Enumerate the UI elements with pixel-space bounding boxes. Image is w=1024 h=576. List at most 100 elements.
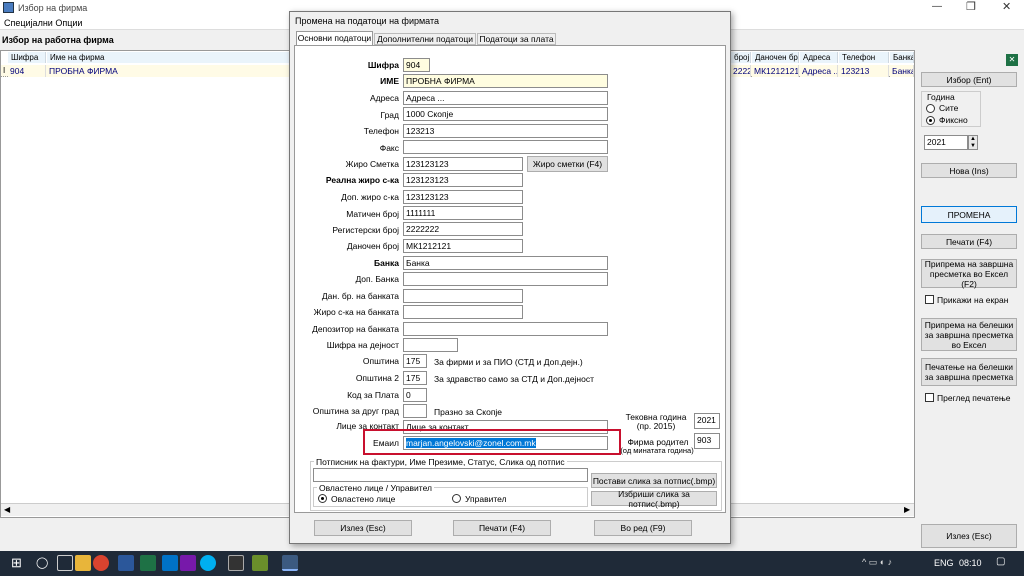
radio-all-label: Сите <box>939 103 959 113</box>
depozitor-input[interactable] <box>403 322 608 336</box>
grid-header-bank[interactable]: Банка <box>890 52 914 63</box>
dop-banka-input[interactable] <box>403 272 608 286</box>
select-button[interactable]: Избор (Ent) <box>921 72 1017 87</box>
opstina2-note: За здравство само за СТД и Доп.дејност <box>434 374 594 384</box>
dialog-print-button[interactable]: Печати (F4) <box>453 520 551 536</box>
tab-basic[interactable]: Основни податоци <box>296 31 373 45</box>
opstina-input[interactable]: 175 <box>403 354 427 368</box>
maticen-input[interactable]: 1111111 <box>403 206 523 220</box>
grid-header-tax[interactable]: Даночен бр <box>752 52 799 63</box>
label-opstina2: Општина 2 <box>355 373 399 383</box>
notes-excel-button[interactable]: Припрема на белешки за завршна пресметка… <box>921 318 1017 351</box>
excel-final-button[interactable]: Припрема на завршна пресметка во Ексел (… <box>921 259 1017 289</box>
tab-salary[interactable]: Податоци за плата <box>477 33 556 45</box>
faks-input[interactable] <box>403 140 608 154</box>
print-notes-button[interactable]: Печатење на белешки за завршна пресметка <box>921 358 1017 386</box>
active-app-icon[interactable] <box>282 555 298 571</box>
year-input[interactable]: 2021 <box>924 135 968 150</box>
word-icon[interactable] <box>118 555 134 571</box>
clock[interactable]: 08:10 <box>959 558 982 568</box>
print-button[interactable]: Печати (F4) <box>921 234 1017 249</box>
minimize-icon[interactable]: — <box>932 1 942 12</box>
banka-input[interactable]: Банка <box>403 256 608 270</box>
label-sifra-dejnost: Шифра на дејност <box>326 340 399 350</box>
label-maticen: Матичен број <box>346 209 399 219</box>
excel-taskbar-icon[interactable] <box>140 555 156 571</box>
file-explorer-icon[interactable] <box>75 555 91 571</box>
outlook-icon[interactable] <box>162 555 178 571</box>
grid-header-name[interactable]: Име на фирма <box>47 52 293 63</box>
menu-special-options[interactable]: Специјални Опции <box>4 18 82 28</box>
dialog-exit-button[interactable]: Излез (Esc) <box>314 520 412 536</box>
new-button[interactable]: Нова (Ins) <box>921 163 1017 178</box>
cell-bank[interactable]: Банка <box>890 65 914 77</box>
label-sifra: Шифра <box>367 60 399 70</box>
telefon-input[interactable]: 123213 <box>403 124 608 138</box>
tab-additional[interactable]: Дополнителни податоци <box>374 33 476 45</box>
cell-name[interactable]: ПРОБНА ФИРМА <box>47 65 293 77</box>
realna-input[interactable]: 123123123 <box>403 173 523 187</box>
taskbar-search-icon[interactable]: ◯ <box>36 556 48 569</box>
onenote-icon[interactable] <box>180 555 196 571</box>
app-icon-2[interactable] <box>252 555 268 571</box>
adresa-input[interactable]: Адреса ... <box>403 91 608 105</box>
ime-input[interactable]: ПРОБНА ФИРМА <box>403 74 608 88</box>
signature-input[interactable] <box>313 468 588 482</box>
excel-icon[interactable]: ✕ <box>1006 54 1018 66</box>
cell-sifra[interactable]: 904 <box>8 65 46 77</box>
sifra-input[interactable]: 904 <box>403 58 430 72</box>
close-icon[interactable]: ✕ <box>1002 0 1011 13</box>
radio-manager[interactable] <box>452 493 461 504</box>
ziro-accounts-button[interactable]: Жиро сметки (F4) <box>527 156 608 172</box>
windows-start-icon[interactable]: ⊞ <box>11 555 22 571</box>
radio-fixed[interactable] <box>926 115 935 126</box>
label-depozitor: Депозитор на банката <box>312 324 399 334</box>
dan-banka-input[interactable] <box>403 289 523 303</box>
opstina-drug-input[interactable] <box>403 404 427 418</box>
roditel-input[interactable]: 903 <box>694 433 720 449</box>
maximize-icon[interactable]: ❐ <box>966 0 976 13</box>
scroll-left-icon[interactable]: ◀ <box>4 505 10 514</box>
set-signature-button[interactable]: Постави слика за потпис(.bmp) <box>591 473 717 488</box>
opstina2-input[interactable]: 175 <box>403 371 427 385</box>
language-indicator[interactable]: ENG <box>934 558 954 568</box>
danocen-input[interactable]: МК1212121 <box>403 239 523 253</box>
opstina-note: За фирми и за ПИО (СТД и Доп.дејн.) <box>434 357 583 367</box>
delete-signature-button[interactable]: Избриши слика за потпис(.bmp) <box>591 489 717 509</box>
cell-tax[interactable]: МК1212121 <box>752 65 799 77</box>
scroll-right-icon[interactable]: ▶ <box>904 505 910 514</box>
change-button[interactable]: ПРОМЕНА <box>921 206 1017 223</box>
cell-broj[interactable]: 2222 <box>731 65 751 77</box>
grad-input[interactable]: 1000 Скопје <box>403 107 608 121</box>
kod-plata-input[interactable]: 0 <box>403 388 427 402</box>
notification-icon[interactable]: ▢ <box>996 556 1005 567</box>
label-ziro: Жиро Сметка <box>345 159 399 169</box>
dop-ziro-input[interactable]: 123123123 <box>403 190 523 204</box>
year-spinner[interactable]: ▲ ▼ <box>968 135 978 150</box>
grid-header-address[interactable]: Адреса <box>800 52 838 63</box>
grid-header-broj[interactable]: број <box>731 52 751 63</box>
task-view-icon[interactable] <box>57 555 73 571</box>
tray-icons[interactable]: ^ ▭ ◐ ♪ <box>862 557 892 568</box>
radio-all[interactable] <box>926 103 935 114</box>
show-screen-checkbox[interactable] <box>925 295 934 304</box>
registerski-input[interactable]: 2222222 <box>403 222 523 236</box>
radio-authorized[interactable] <box>318 493 327 504</box>
ziro-banka-input[interactable] <box>403 305 523 319</box>
grid-header-phone[interactable]: Телефон <box>839 52 889 63</box>
skype-icon[interactable] <box>200 555 216 571</box>
print-preview-checkbox[interactable] <box>925 393 934 402</box>
sifra-dejnost-input[interactable] <box>403 338 458 352</box>
cell-phone[interactable]: 123213 <box>839 65 889 77</box>
email-highlight-box <box>363 429 621 455</box>
label-tekovna-sub: (пр. 2015) <box>636 421 676 431</box>
label-dop-ziro: Доп. жиро с-ка <box>341 192 399 202</box>
main-exit-button[interactable]: Излез (Esc) <box>921 524 1017 548</box>
tekovna-input[interactable]: 2021 <box>694 413 720 429</box>
sevenzip-icon[interactable] <box>228 555 244 571</box>
dialog-ok-button[interactable]: Во ред (F9) <box>594 520 692 536</box>
grid-header-sifra[interactable]: Шифра <box>8 52 46 63</box>
chrome-icon[interactable] <box>93 555 109 571</box>
ziro-input[interactable]: 123123123 <box>403 157 523 171</box>
cell-address[interactable]: Адреса ... <box>800 65 838 77</box>
